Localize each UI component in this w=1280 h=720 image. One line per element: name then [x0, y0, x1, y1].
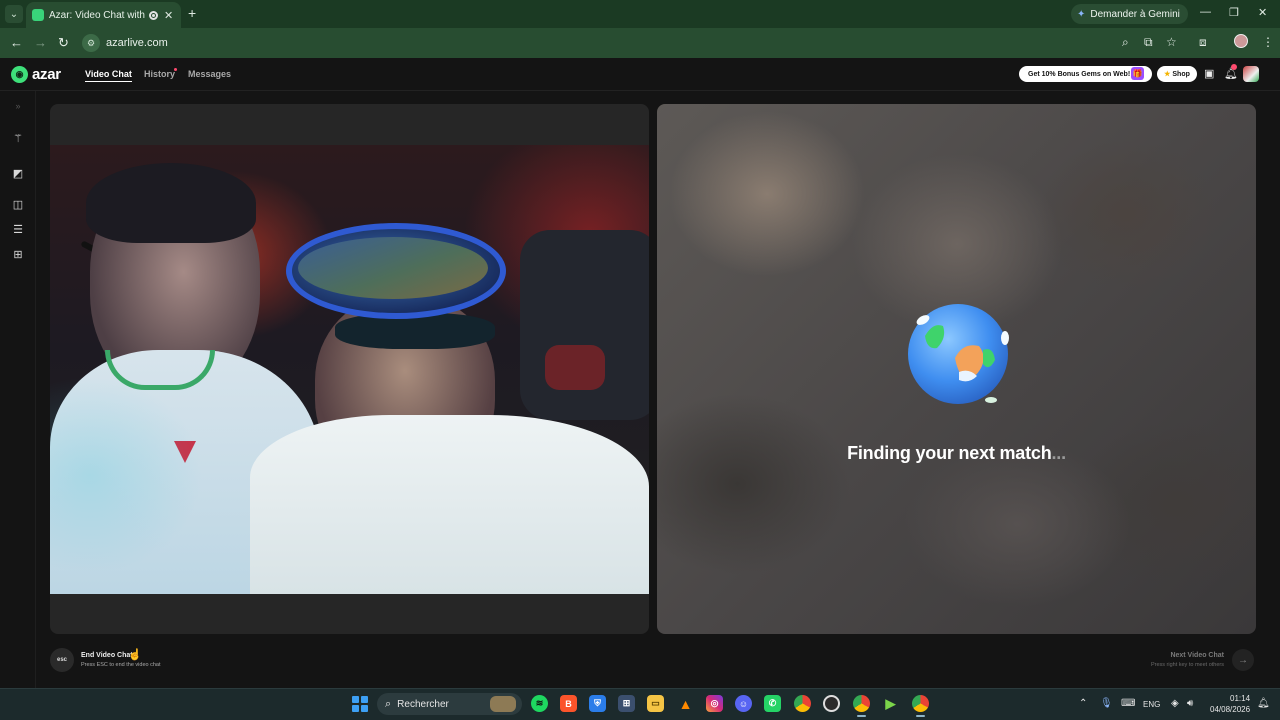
- star-icon: ★: [1164, 71, 1171, 78]
- microphone-icon[interactable]: 🎙︎: [1100, 698, 1113, 709]
- browser-profile-avatar[interactable]: [1234, 34, 1248, 48]
- bookmark-star-icon[interactable]: ☆: [1166, 35, 1177, 49]
- nav-video-chat[interactable]: Video Chat: [85, 69, 132, 82]
- chrome-icon[interactable]: [794, 695, 811, 712]
- extensions-icon[interactable]: ⧈: [1199, 35, 1207, 50]
- browser-tab-azar[interactable]: Azar: Video Chat with New ✕: [26, 2, 181, 28]
- end-video-chat-button[interactable]: esc: [50, 648, 74, 672]
- show-hidden-icons-chevron-icon[interactable]: ⌃: [1079, 698, 1087, 709]
- shop-button[interactable]: ★ Shop: [1157, 66, 1197, 82]
- search-icon: ⌕: [385, 697, 392, 710]
- language-indicator[interactable]: ENG: [1143, 700, 1160, 709]
- tab-close-icon[interactable]: ✕: [164, 9, 173, 22]
- nav-messages[interactable]: Messages: [188, 69, 231, 79]
- obs-icon[interactable]: [823, 695, 840, 712]
- taskbar-search-placeholder: Rechercher: [397, 698, 449, 710]
- azar-logo-icon: ◉: [11, 66, 28, 83]
- chrome-active-icon[interactable]: [912, 695, 929, 717]
- gemini-button[interactable]: ✦ Demander à Gemini: [1071, 4, 1188, 24]
- media-player-icon[interactable]: ▶: [882, 695, 899, 712]
- site-info-icon[interactable]: ⚙: [82, 34, 100, 52]
- wifi-icon[interactable]: ◈: [1171, 698, 1179, 709]
- clock-time[interactable]: 01:14: [1230, 694, 1250, 703]
- azar-favicon-icon: [32, 9, 44, 21]
- tab-search-chevron-icon[interactable]: ⌄: [5, 5, 23, 23]
- instagram-icon[interactable]: ◎: [706, 695, 723, 712]
- magic-wand-icon[interactable]: ⚚: [11, 131, 25, 145]
- install-app-icon[interactable]: ⧉: [1144, 35, 1153, 50]
- layout-grid-icon[interactable]: ⊞: [11, 247, 25, 261]
- discord-icon[interactable]: ☺: [735, 695, 752, 712]
- clock-date[interactable]: 04/08/2026: [1210, 705, 1250, 714]
- search-highlight-image: [490, 696, 516, 712]
- next-video-chat-button[interactable]: →: [1232, 649, 1254, 671]
- windows-start-icon[interactable]: [352, 696, 368, 712]
- filter-icon[interactable]: ◩: [11, 166, 25, 180]
- shop-label: Shop: [1172, 70, 1190, 78]
- finding-match-dots: ...: [1051, 443, 1067, 463]
- self-video-panel: [50, 104, 649, 634]
- notification-center-icon[interactable]: 🔔︎: [1257, 698, 1270, 709]
- azar-logo-text: azar: [32, 66, 61, 83]
- zoom-icon[interactable]: ⌕: [1122, 35, 1129, 50]
- nav-history[interactable]: History: [144, 69, 175, 79]
- azar-logo[interactable]: ◉ azar: [11, 66, 61, 83]
- brave-icon[interactable]: B: [560, 695, 577, 712]
- bonus-gems-label: Get 10% Bonus Gems on Web!: [1028, 70, 1131, 78]
- gift-icon: 🎁: [1131, 67, 1144, 80]
- tab-title: Azar: Video Chat with New: [49, 9, 145, 21]
- left-rail: » ⚚ ◩ ◫ ☰ ⊞: [0, 91, 36, 688]
- address-bar[interactable]: ⚙ azarlive.com: [82, 32, 1192, 54]
- forward-arrow-icon[interactable]: →: [34, 35, 47, 50]
- browser-toolbar: ← → ↻ ⚙ azarlive.com ⌕ ⧉ ☆ ⧈ ⋮: [0, 28, 1280, 58]
- user-avatar[interactable]: [1243, 66, 1259, 82]
- store-icon[interactable]: ⊞: [618, 695, 635, 712]
- maximize-button[interactable]: ❐: [1229, 6, 1239, 19]
- history-new-dot: [174, 68, 177, 71]
- globe-icon: [908, 304, 1009, 404]
- file-explorer-icon[interactable]: ▭: [647, 695, 664, 712]
- end-video-chat-title: End Video Chat: [81, 652, 133, 659]
- browser-menu-icon[interactable]: ⋮: [1262, 35, 1274, 49]
- minimize-button[interactable]: —: [1200, 6, 1211, 18]
- layout-stacked-icon[interactable]: ☰: [11, 222, 25, 236]
- match-video-panel: Finding your next match...: [657, 104, 1256, 634]
- finding-match-text: Finding your next match: [847, 443, 1052, 463]
- windows-taskbar: [0, 688, 1280, 720]
- gemini-sparkle-icon: ✦: [1077, 8, 1086, 20]
- mouse-cursor-icon: ☝: [128, 649, 142, 661]
- end-video-chat-hint: Press ESC to end the video chat: [81, 662, 161, 668]
- next-video-chat-hint: Press right key to meet others: [1150, 662, 1224, 668]
- layout-side-by-side-icon[interactable]: ◫: [11, 197, 25, 211]
- defender-icon[interactable]: ⛨: [589, 695, 606, 712]
- notification-badge: [1231, 64, 1237, 70]
- new-tab-button[interactable]: +: [188, 5, 196, 21]
- keyboard-icon[interactable]: ⌨: [1121, 698, 1135, 709]
- self-webcam-feed: [50, 145, 649, 594]
- vlc-icon[interactable]: ▲: [677, 695, 694, 712]
- chrome-profile-icon[interactable]: [853, 695, 870, 717]
- gemini-label: Demander à Gemini: [1090, 8, 1180, 20]
- whatsapp-icon[interactable]: ✆: [764, 695, 781, 712]
- next-video-chat-title: Next Video Chat: [1170, 652, 1224, 659]
- recording-indicator-icon: [149, 10, 158, 20]
- reload-icon[interactable]: ↻: [58, 35, 69, 51]
- volume-icon[interactable]: 🔊︎: [1187, 698, 1193, 709]
- expand-rail-icon[interactable]: »: [11, 99, 25, 113]
- inbox-icon[interactable]: ▣: [1204, 67, 1214, 80]
- finding-match-status: Finding your next match...: [657, 443, 1256, 464]
- url-text[interactable]: azarlive.com: [106, 37, 168, 49]
- spotify-icon[interactable]: ≋: [531, 695, 548, 712]
- close-window-button[interactable]: ✕: [1258, 6, 1267, 19]
- back-arrow-icon[interactable]: ←: [10, 35, 23, 50]
